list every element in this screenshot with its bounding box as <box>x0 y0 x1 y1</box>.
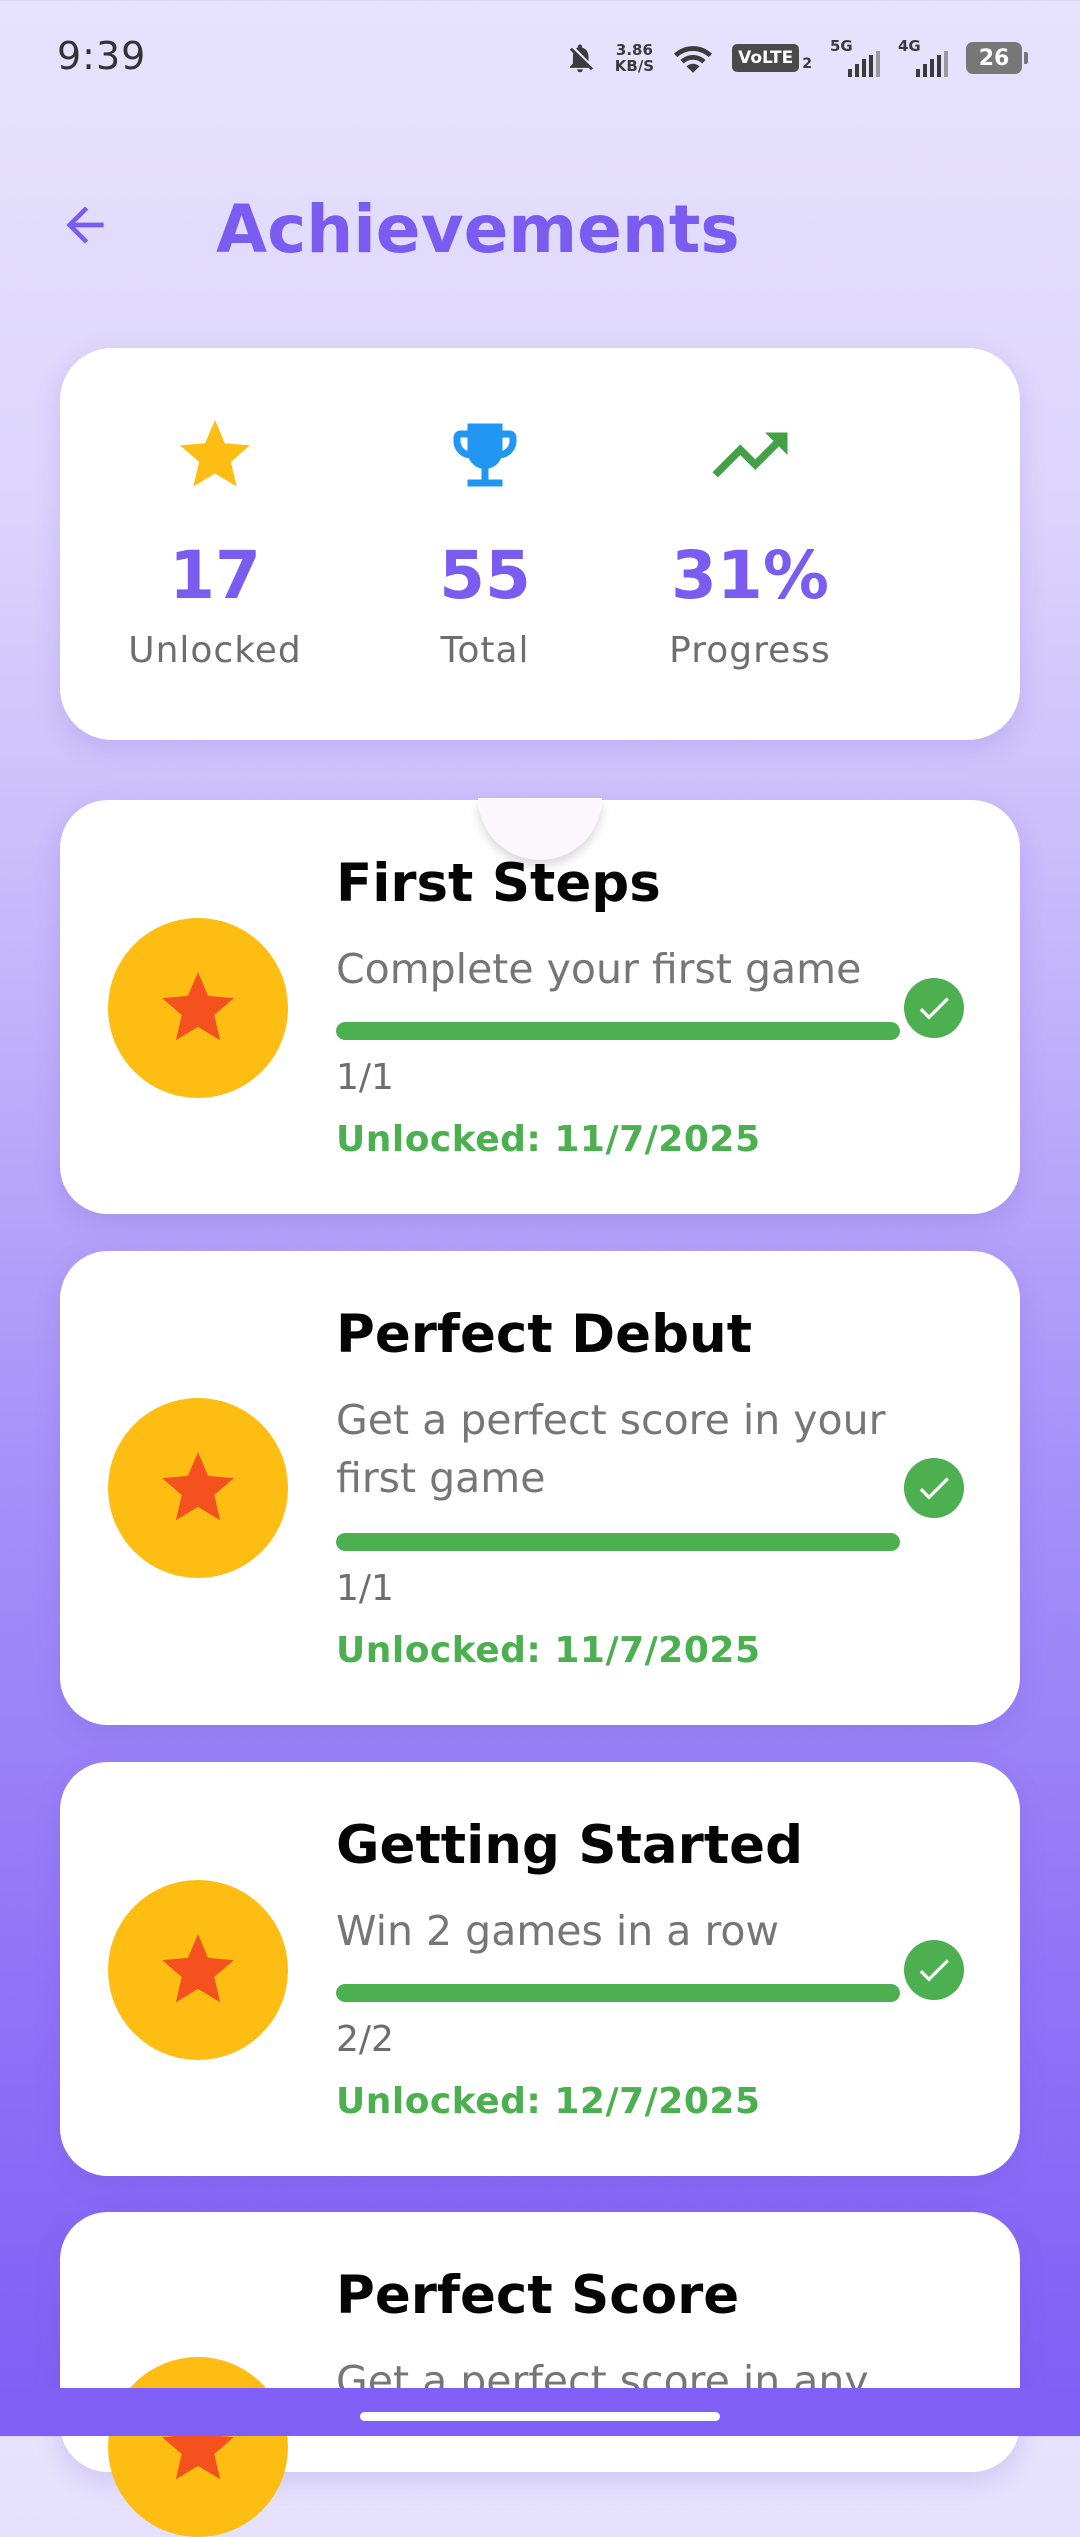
achievement-title: Perfect Score <box>336 2265 740 2326</box>
trophy-icon <box>440 410 530 500</box>
summary-card: 17 Unlocked 55 Total 31% Progress <box>60 348 1020 740</box>
volte-label: VoLTE <box>732 44 800 72</box>
achievement-badge <box>108 918 288 1098</box>
achievement-progress-fill <box>336 1984 900 2002</box>
page-title: Achievements <box>216 191 740 268</box>
achievement-card-getting-started[interactable]: Getting Started Win 2 games in a row 2/2… <box>60 1762 1020 2176</box>
achievement-unlocked-date: Unlocked: 11/7/2025 <box>336 1630 761 1671</box>
achievement-count: 1/1 <box>336 1568 394 1609</box>
signal-bars-icon <box>848 51 880 77</box>
achievement-card-first-steps[interactable]: First Steps Complete your first game 1/1… <box>60 800 1020 1214</box>
achievement-description: Get a perfect score in your first game <box>336 1396 886 1502</box>
network-speed-value: 3.86 <box>615 41 653 59</box>
check-circle-icon <box>904 978 964 1038</box>
stat-total: 55 Total <box>365 348 605 740</box>
check-circle-icon <box>904 1458 964 1518</box>
battery-icon: 26 <box>966 42 1028 74</box>
progress-label: Progress <box>669 630 831 671</box>
achievement-title: Getting Started <box>336 1815 804 1876</box>
achievement-progress-bar <box>336 1533 900 1551</box>
progress-percent: 31% <box>671 537 829 614</box>
achievement-count: 1/1 <box>336 1057 394 1098</box>
achievement-progress-fill <box>336 1022 900 1040</box>
wifi-icon <box>674 46 713 73</box>
arrow-left-icon <box>66 206 104 244</box>
trending-up-icon <box>705 410 795 500</box>
signal-4g: 4G <box>898 37 948 77</box>
achievement-badge <box>108 2357 288 2537</box>
gesture-handle[interactable] <box>360 2412 720 2421</box>
network-speed-unit: KB/S <box>614 57 655 75</box>
unlocked-label: Unlocked <box>128 630 302 671</box>
achievement-progress-fill <box>336 1533 900 1551</box>
bell-off-icon <box>569 44 593 73</box>
stat-unlocked: 17 Unlocked <box>95 348 335 740</box>
total-label: Total <box>440 630 530 671</box>
status-icons: 3.86 KB/S VoLTE 2 5G 4G 26 <box>563 34 1028 82</box>
check-circle-icon <box>904 1940 964 2000</box>
achievement-unlocked-date: Unlocked: 11/7/2025 <box>336 1119 761 1160</box>
battery-level: 26 <box>978 45 1010 71</box>
star-icon <box>162 972 234 1041</box>
network-speed: 3.86 KB/S <box>615 42 654 74</box>
volte-sim: 2 <box>802 56 812 72</box>
star-icon <box>170 410 260 500</box>
achievement-title: First Steps <box>336 853 661 914</box>
achievement-badge <box>108 1398 288 1578</box>
achievement-count: 2/2 <box>336 2019 394 2060</box>
back-button[interactable] <box>50 190 120 260</box>
star-icon <box>162 1934 234 2003</box>
achievement-description: Win 2 games in a row <box>336 1907 780 1955</box>
status-time: 9:39 <box>57 34 147 78</box>
achievement-badge <box>108 1880 288 2060</box>
volte-indicator: VoLTE 2 <box>732 44 812 72</box>
star-icon <box>162 1452 234 1521</box>
achievement-title: Perfect Debut <box>336 1304 753 1365</box>
achievement-unlocked-date: Unlocked: 12/7/2025 <box>336 2081 761 2122</box>
total-count: 55 <box>439 537 531 614</box>
achievement-progress-bar <box>336 1984 900 2002</box>
unlocked-count: 17 <box>169 537 261 614</box>
achievement-progress-bar <box>336 1022 900 1040</box>
signal-5g: 5G <box>830 37 880 77</box>
achievement-card-perfect-debut[interactable]: Perfect Debut Get a perfect score in you… <box>60 1251 1020 1725</box>
stat-progress: 31% Progress <box>630 348 870 740</box>
status-bar: 9:39 3.86 KB/S VoLTE 2 5G 4G 26 <box>0 0 1080 120</box>
achievement-description: Complete your first game <box>336 945 862 993</box>
signal-bars-icon <box>916 51 948 77</box>
